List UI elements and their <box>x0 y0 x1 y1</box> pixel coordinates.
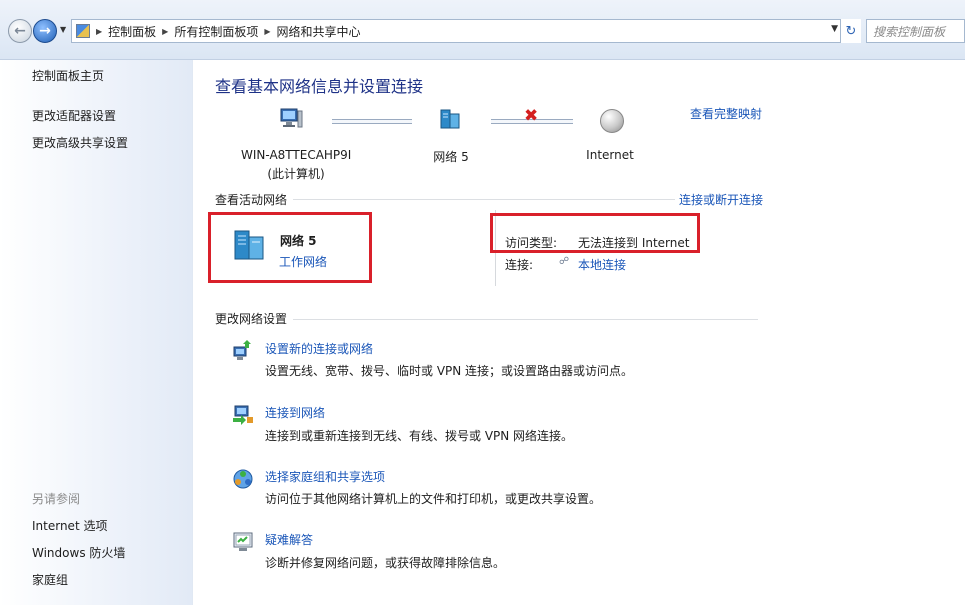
forward-arrow-icon: → <box>39 23 51 39</box>
see-also-heading: 另请参阅 <box>32 492 81 506</box>
troubleshoot-icon <box>233 532 253 551</box>
section-divider <box>293 199 675 200</box>
address-dropdown-icon[interactable]: ▼ <box>831 24 838 34</box>
back-arrow-icon: ← <box>14 23 26 39</box>
breadcrumb-control-panel[interactable]: 控制面板 <box>108 23 156 40</box>
task-troubleshoot-link[interactable]: 疑难解答 <box>265 531 313 548</box>
change-settings-heading: 更改网络设置 <box>215 312 288 326</box>
sidebar-change-adapter-settings[interactable]: 更改适配器设置 <box>32 107 116 124</box>
sidebar-control-panel-home[interactable]: 控制面板主页 <box>32 67 104 84</box>
map-internet-label: Internet <box>586 148 634 162</box>
connection-value-wrap: 本地连接 <box>578 256 626 273</box>
network-icon <box>440 109 460 129</box>
connect-network-icon <box>233 405 253 425</box>
recent-pages-dropdown-icon[interactable]: ▼ <box>60 25 66 34</box>
task-setup-connection-desc: 设置无线、宽带、拨号、临时或 VPN 连接；或设置路由器或访问点。 <box>265 364 634 378</box>
highlight-box-access <box>490 213 700 253</box>
internet-globe-icon <box>600 109 624 133</box>
map-link-line <box>332 119 412 124</box>
breadcrumb-all-items[interactable]: 所有控制面板项 <box>174 23 258 40</box>
map-computer-sub: (此计算机) <box>267 167 325 181</box>
connection-label: 连接: <box>505 258 534 272</box>
refresh-button[interactable]: ↻ <box>840 19 861 43</box>
task-troubleshoot-desc: 诊断并修复网络问题，或获得故障排除信息。 <box>265 556 506 570</box>
network-setup-icon <box>233 340 251 360</box>
map-computer-name: WIN-A8TTECAHP9I <box>241 148 352 162</box>
section-divider <box>293 319 758 320</box>
control-panel-icon <box>76 24 90 38</box>
task-homegroup-desc: 访问位于其他网络计算机上的文件和打印机，或更改共享设置。 <box>265 492 602 506</box>
map-network-label[interactable]: 网络 5 <box>416 148 486 165</box>
sidebar: 控制面板主页 更改适配器设置 更改高级共享设置 另请参阅 Internet 选项… <box>0 60 193 605</box>
refresh-icon: ↻ <box>845 23 857 39</box>
breadcrumb-separator-icon[interactable]: ▶ <box>264 27 270 36</box>
sidebar-internet-options[interactable]: Internet 选项 <box>32 517 107 534</box>
breadcrumb-separator-icon[interactable]: ▶ <box>96 27 102 36</box>
address-bar[interactable]: ▶ 控制面板 ▶ 所有控制面板项 ▶ 网络和共享中心 ▼ <box>71 19 861 43</box>
homegroup-icon <box>233 469 253 489</box>
back-button[interactable]: ← <box>8 19 32 43</box>
disconnected-x-icon: ✖ <box>524 106 539 126</box>
search-input[interactable] <box>866 19 965 43</box>
page-title: 查看基本网络信息并设置连接 <box>215 77 424 96</box>
task-homegroup-link[interactable]: 选择家庭组和共享选项 <box>265 468 385 485</box>
breadcrumb-network-center[interactable]: 网络和共享中心 <box>277 23 361 40</box>
active-networks-heading: 查看活动网络 <box>215 193 288 207</box>
main-content: 查看基本网络信息并设置连接 查看完整映射 ✖ WIN-A8TTECAHP9I (… <box>193 60 965 605</box>
task-connect-network-desc: 连接到或重新连接到无线、有线、拨号或 VPN 网络连接。 <box>265 429 574 443</box>
sidebar-change-sharing-settings[interactable]: 更改高级共享设置 <box>32 134 128 151</box>
view-full-map-link[interactable]: 查看完整映射 <box>690 105 762 122</box>
computer-icon <box>280 108 303 128</box>
task-setup-connection-link[interactable]: 设置新的连接或网络 <box>265 340 373 357</box>
forward-button[interactable]: → <box>33 19 57 43</box>
sidebar-homegroup[interactable]: 家庭组 <box>32 571 68 588</box>
local-connection-icon: ☍ <box>559 256 570 267</box>
task-connect-network-link[interactable]: 连接到网络 <box>265 404 325 421</box>
local-connection-link[interactable]: 本地连接 <box>578 258 626 272</box>
highlight-box-network <box>208 212 372 283</box>
breadcrumb-separator-icon[interactable]: ▶ <box>162 27 168 36</box>
sidebar-windows-firewall[interactable]: Windows 防火墙 <box>32 544 125 561</box>
address-toolbar: ← → ▼ ▶ 控制面板 ▶ 所有控制面板项 ▶ 网络和共享中心 ▼ ↻ <box>0 0 965 60</box>
connect-disconnect-link[interactable]: 连接或断开连接 <box>679 191 763 208</box>
